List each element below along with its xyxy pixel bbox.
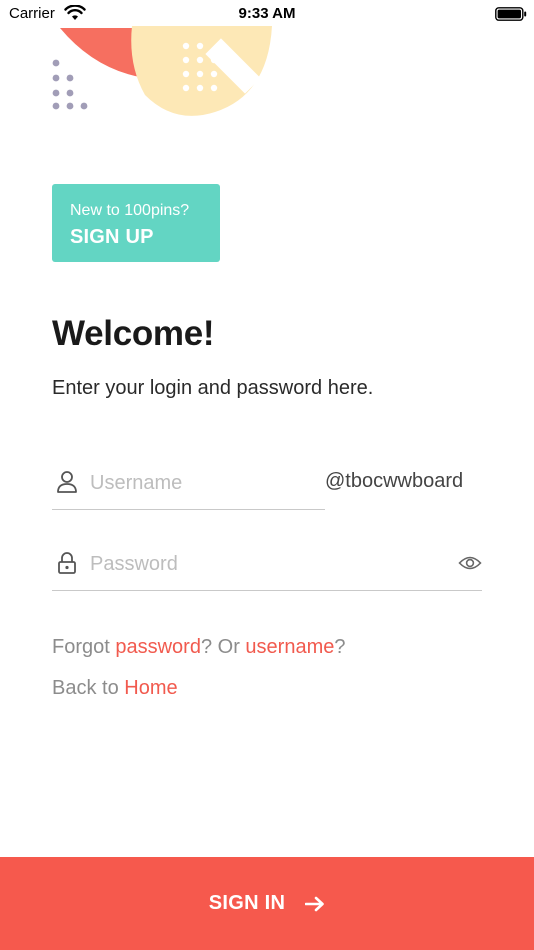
back-prefix: Back to [52,677,125,699]
password-field [52,541,482,591]
home-link[interactable]: Home [124,677,177,699]
status-time: 9:33 AM [238,5,296,22]
signup-label: SIGN UP [70,226,154,248]
signup-prompt: New to 100pins? [70,202,190,219]
arrow-right-icon [305,896,325,911]
username-field [52,460,325,510]
eye-icon[interactable] [458,553,482,573]
sign-in-label: SIGN IN [208,892,286,914]
forgot-suffix: ? [334,636,346,658]
forgot-credentials-text: Forgot password? Or username? [52,636,345,659]
forgot-middle: ? Or [200,636,246,658]
status-bar: Carrier 9:33 AM [0,0,534,28]
user-icon [57,471,77,493]
username-domain-suffix: @tbocwwboard [325,470,464,492]
forgot-password-link[interactable]: password [115,636,201,658]
password-input[interactable] [90,549,450,579]
page-title: Welcome! [52,314,215,353]
lock-icon [58,552,76,574]
forgot-prefix: Forgot [52,636,116,658]
page-subtitle: Enter your login and password here. [52,377,374,399]
sign-in-button[interactable]: SIGN IN [0,857,534,950]
back-home-text: Back to Home [52,677,178,700]
battery-icon [495,7,527,21]
signup-card-button[interactable]: New to 100pins? SIGN UP [52,184,220,262]
forgot-username-link[interactable]: username [245,636,334,658]
username-input[interactable] [90,468,320,498]
